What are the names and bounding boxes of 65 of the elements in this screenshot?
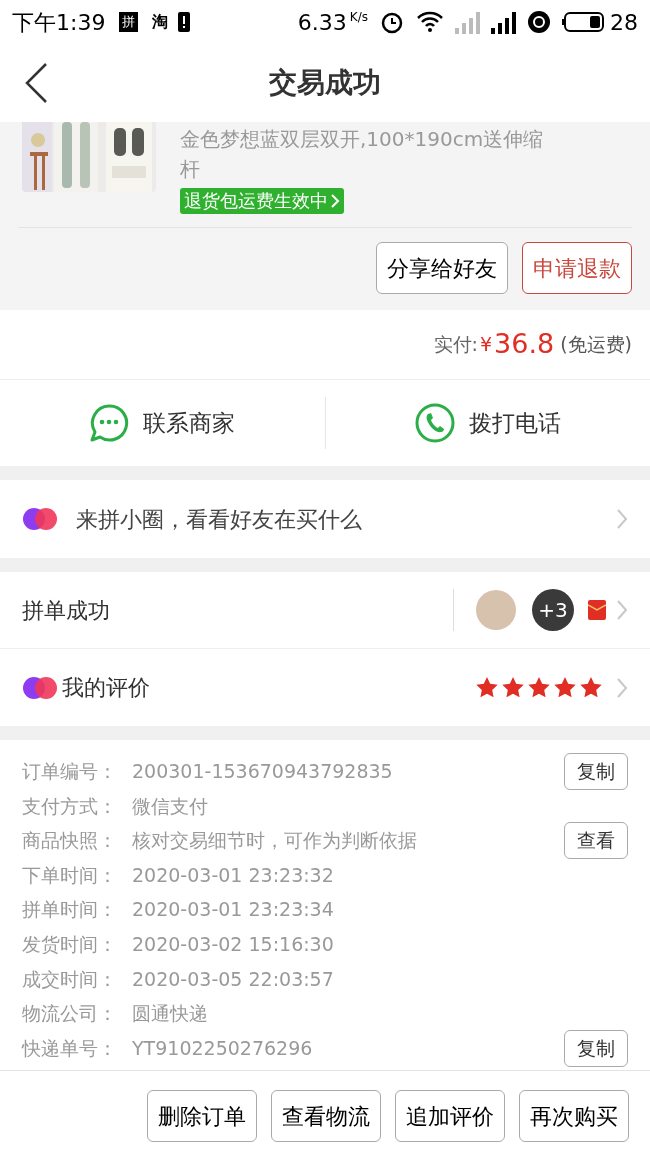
- network-speed: 6.33: [297, 8, 347, 37]
- phone-icon: [414, 403, 455, 443]
- paid-label: 实付:: [433, 332, 478, 358]
- chevron-right-icon: [616, 599, 628, 621]
- order-action-button[interactable]: 再次购买: [519, 1090, 629, 1142]
- order-action-button[interactable]: 查看物流: [271, 1090, 381, 1142]
- more-members-avatar: +3: [532, 589, 574, 631]
- detail-value: 微信支付: [132, 793, 209, 819]
- group-status: 拼单成功: [22, 596, 111, 625]
- notification-icon: 淘: [152, 10, 169, 34]
- page-title: 交易成功: [269, 65, 381, 101]
- chevron-right-icon: [616, 508, 628, 530]
- detail-value: 2020-03-05 22:03:57: [132, 966, 335, 992]
- circles-logo-icon: [22, 675, 58, 700]
- detail-action-button[interactable]: 复制: [564, 752, 628, 790]
- shipping-note: (免运费): [560, 332, 632, 358]
- chat-bubble-icon: [89, 403, 130, 443]
- detail-value: 2020-03-01 23:23:34: [132, 897, 335, 923]
- signal-4g-icon: [490, 10, 518, 34]
- chevron-right-icon: [330, 193, 340, 209]
- detail-label: 支付方式：: [22, 793, 118, 819]
- star-icon: [580, 677, 602, 698]
- detail-label: 商品快照：: [22, 828, 118, 854]
- order-action-button[interactable]: 追加评价: [395, 1090, 505, 1142]
- circles-logo-icon: [22, 507, 58, 531]
- star-icon: [476, 677, 498, 698]
- action-button[interactable]: 分享给好友: [376, 242, 508, 294]
- detail-label: 拼单时间：: [22, 897, 118, 923]
- envelope-icon: [588, 600, 606, 620]
- detail-action-button[interactable]: 查看: [564, 822, 628, 859]
- action-button[interactable]: 申请退款: [522, 242, 632, 294]
- avatar: [476, 590, 516, 630]
- detail-value: 圆通快递: [132, 1001, 209, 1027]
- contact-button[interactable]: 联系商家: [0, 403, 325, 443]
- detail-value: 2020-03-02 15:16:30: [132, 932, 335, 957]
- detail-label: 快递单号：: [22, 1035, 118, 1061]
- back-icon[interactable]: [24, 62, 48, 104]
- contact-button[interactable]: 拨打电话: [325, 403, 650, 443]
- detail-label: 物流公司：: [22, 1001, 118, 1027]
- detail-label: 成交时间：: [22, 966, 118, 992]
- battery-alert-icon: [178, 12, 191, 32]
- signal-icon: [454, 10, 480, 34]
- detail-action-button[interactable]: 复制: [564, 1029, 628, 1067]
- star-icon: [502, 677, 524, 698]
- product-title: 金色梦想蓝双层双开,100*190cm送伸缩杆: [180, 126, 545, 183]
- status-time: 下午1:39: [12, 8, 106, 37]
- star-icon: [528, 677, 550, 698]
- star-icon: [554, 677, 576, 698]
- battery-level: 28: [610, 8, 638, 37]
- detail-value: 2020-03-01 23:23:32: [132, 862, 335, 888]
- wifi-icon: [416, 10, 444, 34]
- notification-icon: 拼: [119, 12, 139, 32]
- currency-symbol: ¥: [479, 332, 493, 358]
- alarm-icon: [380, 10, 404, 34]
- detail-label: 发货时间：: [22, 932, 118, 957]
- chevron-right-icon: [616, 676, 628, 699]
- detail-value: 200301-153670943792835: [132, 759, 394, 785]
- order-action-button[interactable]: 删除订单: [147, 1090, 257, 1142]
- detail-value: 核对交易细节时，可作为判断依据: [132, 828, 418, 854]
- detail-label: 下单时间：: [22, 862, 118, 888]
- detail-label: 订单编号：: [22, 759, 118, 785]
- detail-value: YT9102250276296: [132, 1035, 314, 1061]
- paid-amount: 36.8: [494, 327, 555, 362]
- speed-unit: K/s: [349, 9, 368, 26]
- battery-icon: [562, 12, 604, 32]
